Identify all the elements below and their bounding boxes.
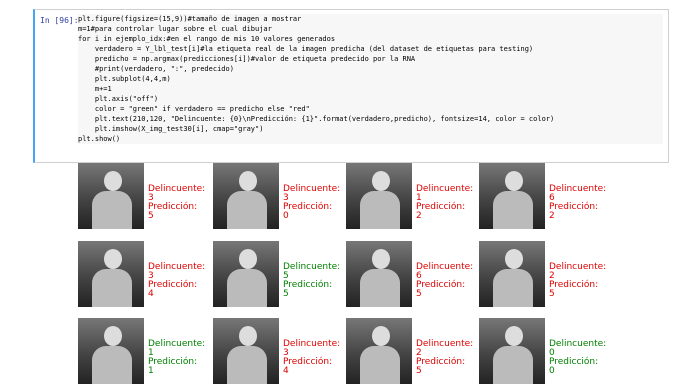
subject-photo	[346, 163, 412, 229]
predicted-label-text: Predicción: 5	[283, 280, 333, 299]
prediction-label: Delincuente: 2 Predicción: 5	[416, 340, 473, 376]
true-label-text: Delincuente: 5	[283, 262, 341, 281]
code-editor[interactable]: plt.figure(figsize=(15,9))#tamaño de ima…	[78, 14, 663, 144]
subject-photo	[78, 163, 144, 229]
code-line: plt.show()	[78, 135, 121, 143]
true-label-text: Delincuente: 6	[416, 262, 474, 281]
prediction-label: Delincuente: 6 Predicción: 5	[416, 263, 473, 299]
subject-photo	[78, 241, 144, 307]
true-label-text: Delincuente: 1	[148, 339, 206, 358]
code-line: predicho = np.argmax(predicciones[i])#va…	[78, 55, 416, 63]
prediction-label: Delincuente: 3 Predicción: 5	[148, 185, 205, 221]
predicted-label-text: Predicción: 5	[416, 280, 466, 299]
prediction-tile: Delincuente: 1 Predicción: 1	[70, 318, 205, 388]
prediction-tile: Delincuente: 3 Predicción: 4	[205, 318, 340, 388]
predicted-label-text: Predicción: 1	[148, 357, 198, 376]
true-label-text: Delincuente: 2	[416, 339, 474, 358]
code-line: verdadero = Y_lbl_test[i]#la etiqueta re…	[78, 45, 534, 53]
cell-prompt: In [96]:	[40, 16, 79, 25]
predicted-label-text: Predicción: 2	[549, 202, 599, 221]
subject-photo	[479, 163, 545, 229]
subject-photo	[213, 163, 279, 229]
prediction-tile: Delincuente: 5 Predicción: 5	[205, 241, 340, 311]
prediction-label: Delincuente: 1 Predicción: 1	[148, 340, 205, 376]
true-label-text: Delincuente: 3	[283, 339, 341, 358]
prediction-tile: Delincuente: 1 Predicción: 2	[338, 163, 473, 233]
prediction-label: Delincuente: 3 Predicción: 4	[283, 340, 340, 376]
code-line: color = "green" if verdadero == predicho…	[78, 105, 310, 113]
prediction-tile: Delincuente: 6 Predicción: 2	[471, 163, 606, 233]
predicted-label-text: Predicción: 5	[148, 202, 198, 221]
predicted-label-text: Predicción: 4	[283, 357, 333, 376]
prediction-tile: Delincuente: 6 Predicción: 5	[338, 241, 473, 311]
true-label-text: Delincuente: 3	[148, 184, 206, 203]
prediction-tile: Delincuente: 3 Predicción: 5	[70, 163, 205, 233]
prediction-tile: Delincuente: 3 Predicción: 0	[205, 163, 340, 233]
prediction-label: Delincuente: 6 Predicción: 2	[549, 185, 606, 221]
predicted-label-text: Predicción: 5	[549, 280, 599, 299]
subject-photo	[479, 318, 545, 384]
true-label-text: Delincuente: 3	[148, 262, 206, 281]
code-line: plt.axis("off")	[78, 95, 159, 103]
true-label-text: Delincuente: 1	[416, 184, 474, 203]
code-line: for i in ejemplo_idx:#en el rango de mis…	[78, 35, 336, 43]
true-label-text: Delincuente: 2	[549, 262, 607, 281]
true-label-text: Delincuente: 6	[549, 184, 607, 203]
predicted-label-text: Predicción: 0	[549, 357, 599, 376]
prediction-tile: Delincuente: 0 Predicción: 0	[471, 318, 606, 388]
prediction-tile: Delincuente: 2 Predicción: 5	[471, 241, 606, 311]
predicted-label-text: Predicción: 2	[416, 202, 466, 221]
subject-photo	[346, 241, 412, 307]
predicted-label-text: Predicción: 4	[148, 280, 198, 299]
code-line: plt.imshow(X_img_test30[i], cmap="gray")	[78, 125, 264, 133]
code-line: plt.subplot(4,4,m)	[78, 75, 171, 83]
subject-photo	[213, 318, 279, 384]
true-label-text: Delincuente: 0	[549, 339, 607, 358]
prediction-label: Delincuente: 0 Predicción: 0	[549, 340, 606, 376]
code-line: m+=1	[78, 85, 112, 93]
true-label-text: Delincuente: 3	[283, 184, 341, 203]
subject-photo	[346, 318, 412, 384]
subject-photo	[479, 241, 545, 307]
prediction-label: Delincuente: 3 Predicción: 4	[148, 263, 205, 299]
prediction-label: Delincuente: 2 Predicción: 5	[549, 263, 606, 299]
predicted-label-text: Predicción: 5	[416, 357, 466, 376]
code-line: plt.figure(figsize=(15,9))#tamaño de ima…	[78, 15, 302, 23]
prediction-label: Delincuente: 3 Predicción: 0	[283, 185, 340, 221]
subject-photo	[213, 241, 279, 307]
prediction-label: Delincuente: 1 Predicción: 2	[416, 185, 473, 221]
prediction-tile: Delincuente: 2 Predicción: 5	[338, 318, 473, 388]
code-line: #print(verdadero, ":", predecido)	[78, 65, 234, 73]
code-line: m=1#para controlar lugar sobre el cual d…	[78, 25, 272, 33]
output-area: Delincuente: 3 Predicción: 5 Delincuente: …	[70, 163, 673, 384]
code-line: plt.text(210,120, "Delincuente: {0}\nPre…	[78, 115, 555, 123]
prediction-tile: Delincuente: 3 Predicción: 4	[70, 241, 205, 311]
predicted-label-text: Predicción: 0	[283, 202, 333, 221]
prediction-label: Delincuente: 5 Predicción: 5	[283, 263, 340, 299]
subject-photo	[78, 318, 144, 384]
